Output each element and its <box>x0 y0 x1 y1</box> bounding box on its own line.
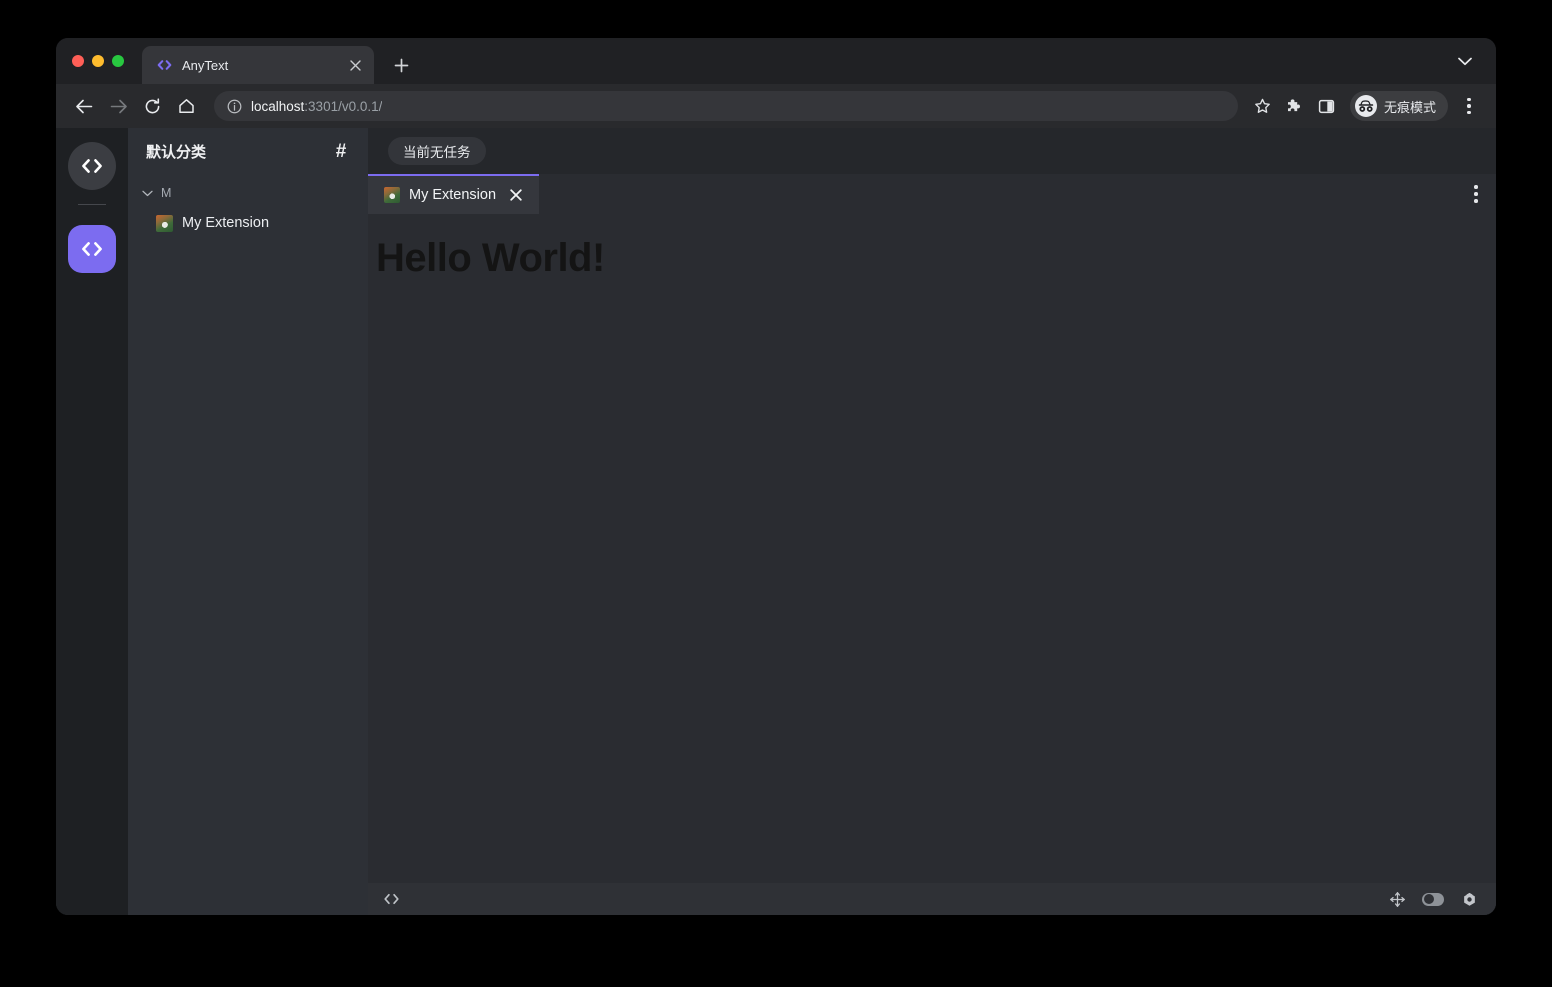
browser-window: AnyText localhost:3301/v0.0.1/ 无痕模式 默认分类… <box>56 38 1496 915</box>
app-viewport: 默认分类 # M My Extension 当前无任务 My Extension… <box>56 128 1496 915</box>
browser-tab-anytext[interactable]: AnyText <box>142 46 374 84</box>
side-panel-icon[interactable] <box>1312 91 1342 121</box>
close-icon[interactable] <box>346 56 364 74</box>
window-traffic-lights <box>72 38 142 84</box>
url-host: localhost <box>251 98 305 114</box>
extension-tab-my-extension[interactable]: My Extension <box>368 174 540 214</box>
browser-tab-title: AnyText <box>182 57 229 73</box>
main-panel: 当前无任务 My Extension Hello World! <box>368 128 1496 915</box>
extension-tab-label: My Extension <box>409 187 497 203</box>
extension-tab-bar: My Extension <box>368 174 1496 214</box>
extension-thumbnail-icon <box>156 214 173 232</box>
task-status-bar: 当前无任务 <box>368 128 1496 174</box>
puzzle-piece-icon[interactable] <box>1280 91 1310 121</box>
info-circle-icon[interactable] <box>226 98 242 114</box>
new-tab-button[interactable] <box>386 50 416 80</box>
task-status-badge: 当前无任务 <box>388 137 486 165</box>
incognito-spy-icon <box>1354 95 1377 117</box>
url-text: localhost:3301/v0.0.1/ <box>251 99 382 114</box>
maximize-window-button[interactable] <box>112 55 124 67</box>
activity-bar <box>56 128 128 915</box>
browser-toolbar: localhost:3301/v0.0.1/ 无痕模式 <box>56 84 1496 128</box>
extension-thumbnail-icon <box>384 187 400 203</box>
minimize-window-button[interactable] <box>92 55 104 67</box>
explorer-tree: M My Extension <box>128 174 368 915</box>
code-brackets-icon <box>156 57 172 73</box>
star-icon[interactable] <box>1248 91 1278 121</box>
incognito-mode-label: 无痕模式 <box>1383 99 1436 115</box>
url-path: :3301/v0.0.1/ <box>304 98 383 114</box>
toggle-switch-icon[interactable] <box>1422 892 1444 906</box>
extensions-active-icon[interactable] <box>68 225 116 273</box>
forward-arrow-icon[interactable] <box>102 90 134 122</box>
back-arrow-icon[interactable] <box>68 90 100 122</box>
close-icon[interactable] <box>508 187 524 203</box>
extension-content-area: Hello World! <box>368 214 1496 883</box>
hash-icon[interactable]: # <box>330 140 352 162</box>
app-status-bar <box>368 883 1496 915</box>
activity-bar-divider <box>78 204 106 205</box>
browser-tab-strip: AnyText <box>56 38 1496 84</box>
extension-tab-bar-spacer <box>539 174 1456 214</box>
hello-world-heading: Hello World! <box>376 236 605 280</box>
gear-icon[interactable] <box>1456 888 1482 910</box>
chevron-down-icon[interactable] <box>1452 48 1478 74</box>
tree-item-label: My Extension <box>182 215 270 231</box>
toolbar-right-controls: 无痕模式 <box>1248 91 1482 121</box>
code-brackets-icon[interactable] <box>380 888 402 910</box>
tree-group-m[interactable]: M <box>128 182 368 204</box>
close-window-button[interactable] <box>72 55 84 67</box>
explorer-sidebar: 默认分类 # M My Extension <box>128 128 368 915</box>
tree-item-my-extension[interactable]: My Extension <box>128 208 368 238</box>
three-dots-vertical-icon[interactable] <box>1456 174 1496 214</box>
workspace-round-icon[interactable] <box>68 142 116 190</box>
reload-icon[interactable] <box>136 90 168 122</box>
explorer-header: 默认分类 # <box>128 128 368 174</box>
chevron-down-icon[interactable] <box>140 186 154 200</box>
three-dots-vertical-icon[interactable] <box>1456 91 1482 121</box>
explorer-title: 默认分类 <box>146 143 207 161</box>
tab-strip-right-controls <box>1452 38 1496 84</box>
move-arrows-icon[interactable] <box>1384 888 1410 910</box>
tree-group-label: M <box>161 186 172 200</box>
url-bar[interactable]: localhost:3301/v0.0.1/ <box>214 91 1238 121</box>
incognito-mode-chip[interactable]: 无痕模式 <box>1349 91 1448 121</box>
home-icon[interactable] <box>170 90 202 122</box>
